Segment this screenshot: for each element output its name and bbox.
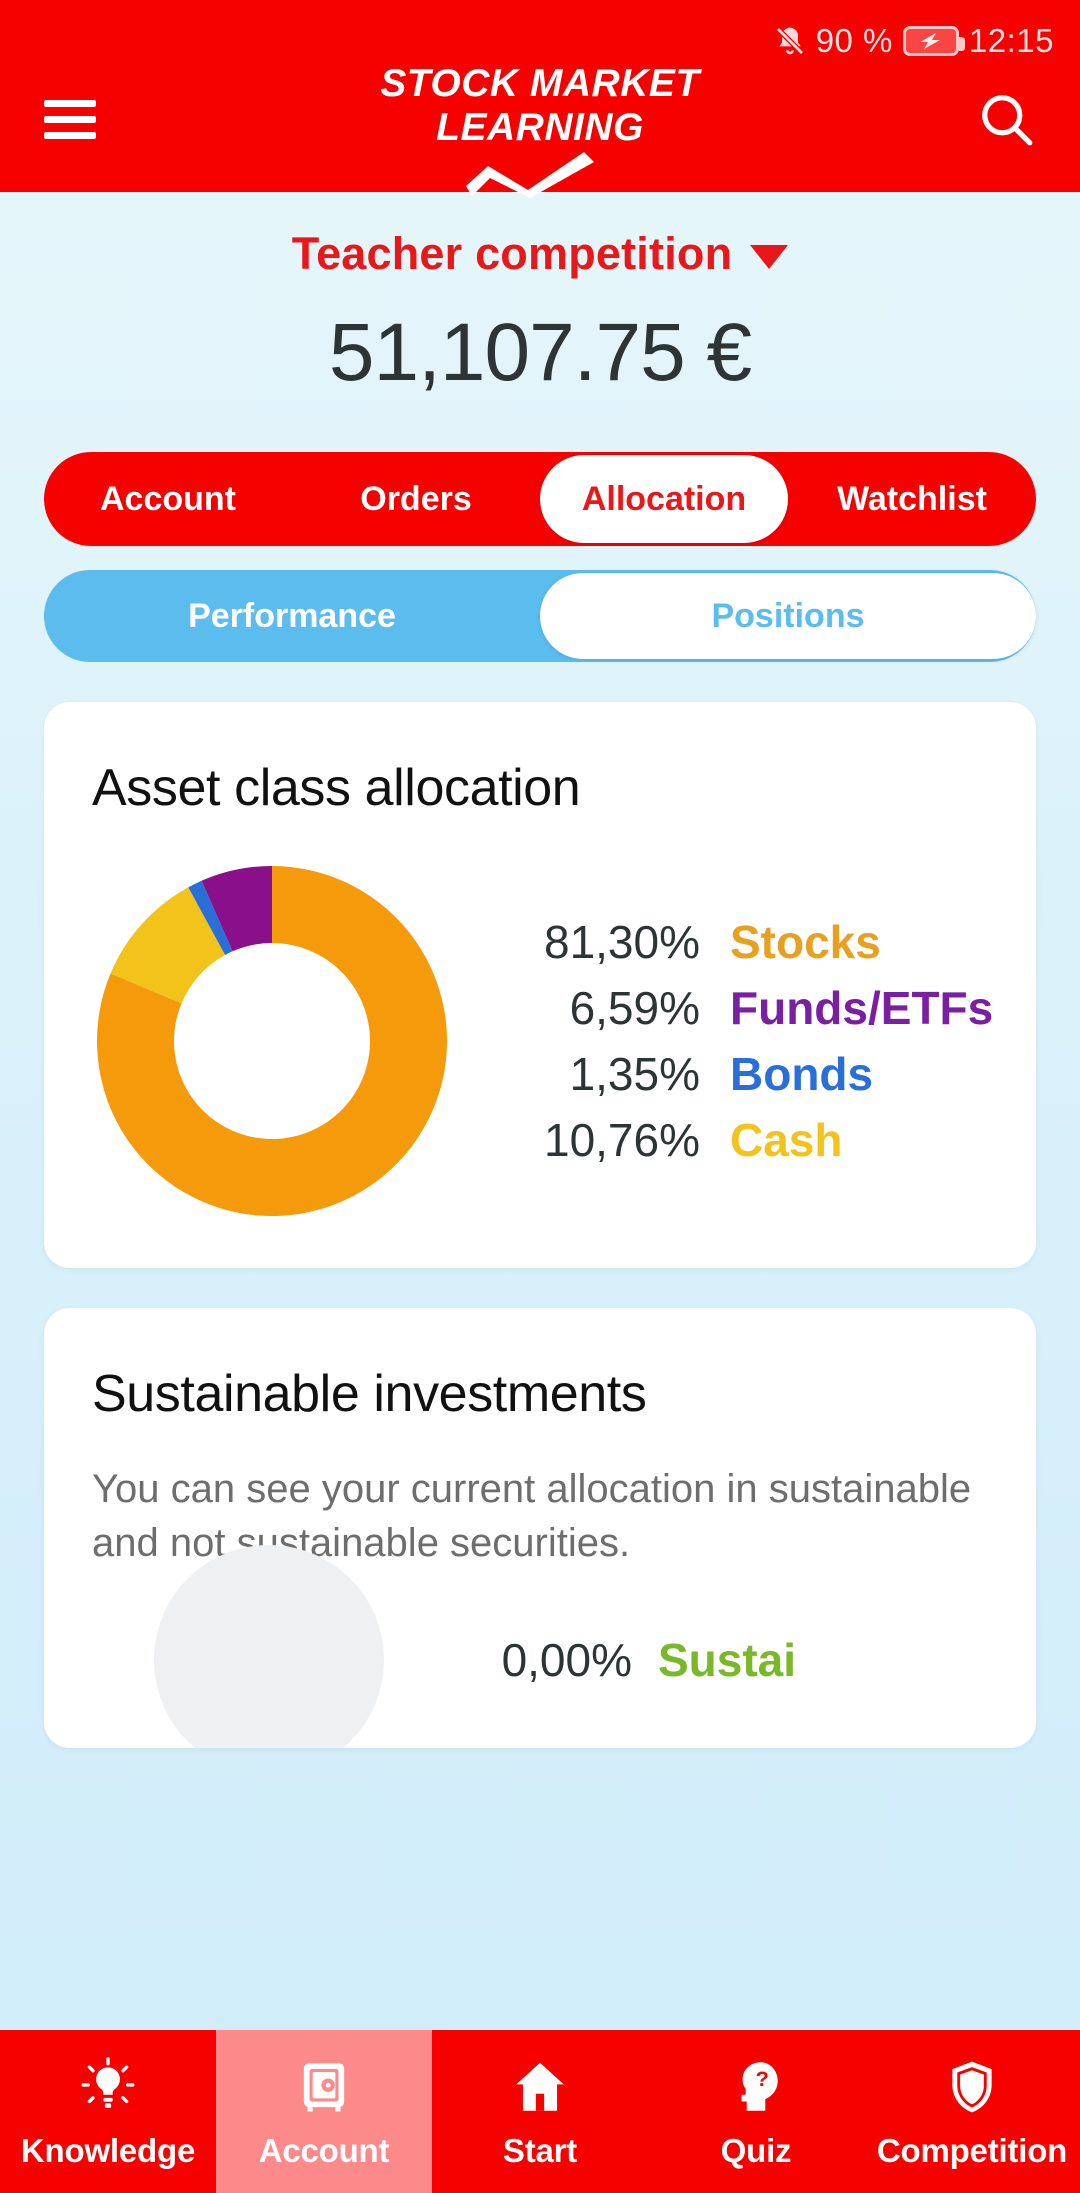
- sustainable-label: Sustai: [658, 1634, 797, 1686]
- home-icon: [509, 2054, 571, 2120]
- battery-percent-label: 90 %: [815, 22, 893, 59]
- nav-item-competition[interactable]: Competition: [864, 2030, 1080, 2193]
- competition-selector-label: Teacher competition: [291, 228, 733, 279]
- safe-vault-icon: [293, 2054, 355, 2120]
- battery-charging-icon: [902, 26, 965, 56]
- legend-item-cash: 10,76% Cash: [478, 1109, 988, 1171]
- allocation-legend: 81,30% Stocks 6,59% Funds/ETFs 1,35% Bon…: [478, 911, 994, 1171]
- brand-line-2: LEARNING: [436, 106, 644, 149]
- legend-percent-stocks: 81,30%: [543, 916, 700, 968]
- nav-item-quiz[interactable]: ? Quiz: [648, 2030, 864, 2193]
- app-header: 90 % 12:15 STOCK MARKET LEARNING: [0, 0, 1080, 198]
- legend-label-funds-etfs: Funds/ETFs: [730, 982, 994, 1034]
- legend-percent-bonds: 1,35%: [569, 1048, 700, 1100]
- tab-watchlist[interactable]: Watchlist: [788, 452, 1036, 546]
- legend-percent-cash: 10,76%: [543, 1114, 700, 1166]
- asset-allocation-card: Asset class allocation 81,30% Stocks 6,5…: [44, 702, 1036, 1268]
- legend-item-bonds: 1,35% Bonds: [478, 1043, 988, 1105]
- tab-account[interactable]: Account: [44, 452, 292, 546]
- portfolio-balance: 51,107.75 €: [328, 307, 752, 398]
- sustainable-investments-card: Sustainable investments You can see your…: [44, 1308, 1036, 1748]
- nav-item-knowledge[interactable]: Knowledge: [0, 2030, 216, 2193]
- subtab-positions[interactable]: Positions: [540, 573, 1036, 659]
- hamburger-menu-icon[interactable]: [44, 91, 96, 148]
- lightbulb-icon: [77, 2054, 139, 2120]
- sustainable-percent: 0,00%: [501, 1634, 632, 1686]
- search-icon[interactable]: [976, 89, 1036, 149]
- main-tab-bar: Account Orders Allocation Watchlist: [44, 452, 1036, 546]
- nav-label-account: Account: [258, 2131, 390, 2169]
- legend-label-stocks: Stocks: [730, 916, 881, 968]
- legend-item-stocks: 81,30% Stocks: [478, 911, 988, 973]
- nav-item-start[interactable]: Start: [432, 2030, 648, 2193]
- tab-allocation[interactable]: Allocation: [540, 455, 788, 543]
- quiz-head-icon: ?: [725, 2054, 787, 2120]
- legend-item-funds-etfs: 6,59% Funds/ETFs: [478, 977, 994, 1039]
- bell-off-icon: [774, 24, 806, 58]
- nav-label-knowledge: Knowledge: [20, 2131, 196, 2169]
- legend-label-cash: Cash: [730, 1114, 843, 1166]
- status-bar: 90 % 12:15: [0, 0, 1080, 60]
- competition-selector[interactable]: Teacher competition: [0, 192, 1080, 280]
- nav-label-start: Start: [502, 2131, 578, 2169]
- brand-line-1: STOCK MARKET: [380, 62, 700, 105]
- sustainable-donut-chart: [154, 1545, 384, 1748]
- shield-icon: [941, 2054, 1003, 2120]
- bottom-navigation-bar: Knowledge Account Start ? Quiz Competiti…: [0, 2030, 1080, 2193]
- legend-percent-funds-etfs: 6,59%: [569, 982, 700, 1034]
- chart-swoosh-icon: [280, 152, 800, 198]
- nav-label-quiz: Quiz: [720, 2131, 792, 2169]
- clock-label: 12:15: [968, 22, 1054, 59]
- sustainable-chart-preview: 0,00% Sustai: [92, 1545, 988, 1748]
- sub-tab-bar: Performance Positions: [44, 570, 1036, 662]
- asset-allocation-title: Asset class allocation: [92, 759, 581, 817]
- brand-logo: STOCK MARKET LEARNING: [280, 62, 800, 198]
- allocation-donut-chart: [92, 866, 452, 1216]
- tab-orders[interactable]: Orders: [292, 452, 540, 546]
- subtab-performance[interactable]: Performance: [44, 570, 540, 662]
- caret-down-icon: [750, 245, 789, 269]
- nav-item-account[interactable]: Account: [216, 2030, 432, 2193]
- legend-label-bonds: Bonds: [730, 1048, 874, 1100]
- nav-label-competition: Competition: [876, 2131, 1068, 2169]
- svg-text:?: ?: [756, 2065, 769, 2090]
- sustainable-investments-title: Sustainable investments: [92, 1365, 647, 1423]
